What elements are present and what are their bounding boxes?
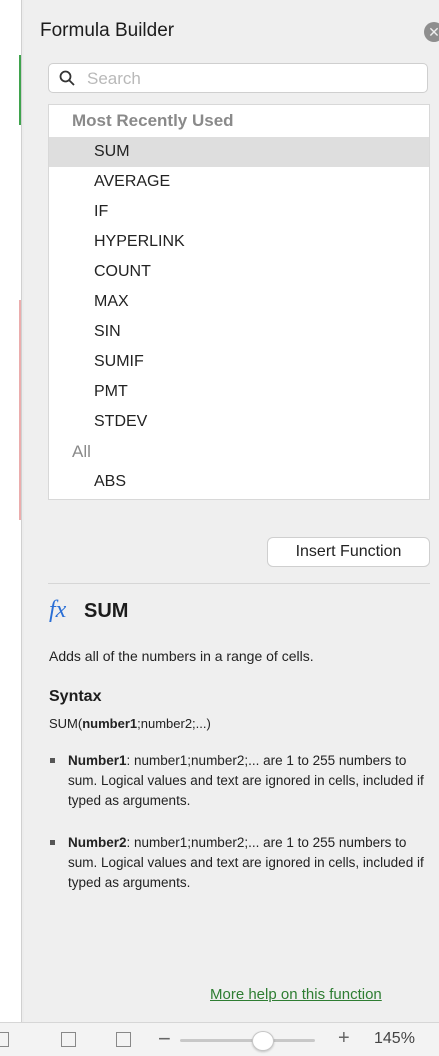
page-layout-view-icon[interactable] [61, 1032, 76, 1047]
more-help-link[interactable]: More help on this function [210, 986, 382, 1003]
syntax-heading: Syntax [49, 688, 102, 705]
list-item-count[interactable]: COUNT [49, 257, 429, 287]
normal-view-icon[interactable] [0, 1032, 9, 1047]
close-icon[interactable]: ✕ [424, 22, 439, 42]
insert-function-button[interactable]: Insert Function [267, 537, 430, 567]
argument-name: Number2 [68, 835, 127, 850]
argument-name: Number1 [68, 753, 127, 768]
argument-description: Number2: number1;number2;... are 1 to 25… [50, 833, 428, 893]
zoom-slider[interactable] [180, 1039, 315, 1042]
zoom-slider-thumb[interactable] [252, 1031, 274, 1051]
section-heading-recent: Most Recently Used [72, 111, 234, 130]
panel-title: Formula Builder [40, 20, 175, 41]
list-item-sin[interactable]: SIN [49, 317, 429, 347]
argument-description: Number1: number1;number2;... are 1 to 25… [50, 751, 428, 811]
cell-border-mark [19, 55, 21, 125]
list-item-average[interactable]: AVERAGE [49, 167, 429, 197]
syntax-required-arg: number1 [82, 716, 138, 731]
list-item-if[interactable]: IF [49, 197, 429, 227]
zoom-in-button[interactable]: + [338, 1027, 350, 1050]
divider [48, 583, 430, 584]
fx-icon: fx [49, 597, 67, 623]
function-list[interactable]: Most Recently Used SUM AVERAGE IF HYPERL… [48, 104, 430, 500]
status-bar: − + 145% [0, 1022, 439, 1056]
search-input[interactable] [85, 68, 419, 90]
section-heading-all: All [72, 442, 91, 461]
list-item-sumif[interactable]: SUMIF [49, 347, 429, 377]
function-name: SUM [84, 600, 129, 622]
list-item-max[interactable]: MAX [49, 287, 429, 317]
page-break-view-icon[interactable] [116, 1032, 131, 1047]
search-field[interactable] [48, 63, 428, 93]
list-item-pmt[interactable]: PMT [49, 377, 429, 407]
cell-border-mark [19, 300, 21, 520]
zoom-out-button[interactable]: − [158, 1026, 171, 1052]
syntax-optional-args: ;number2;...) [137, 716, 211, 731]
spreadsheet-edge [0, 0, 22, 1022]
list-item-stdev[interactable]: STDEV [49, 407, 429, 437]
zoom-level: 145% [374, 1030, 415, 1047]
syntax-line: SUM(number1;number2;...) [49, 716, 211, 731]
search-icon [59, 70, 75, 86]
bullet-icon [50, 840, 55, 845]
list-item-abs[interactable]: ABS [49, 467, 429, 497]
syntax-function: SUM( [49, 716, 83, 731]
function-description: Adds all of the numbers in a range of ce… [49, 648, 314, 664]
list-item-hyperlink[interactable]: HYPERLINK [49, 227, 429, 257]
list-item-sum[interactable]: SUM [49, 137, 429, 167]
bullet-icon [50, 758, 55, 763]
